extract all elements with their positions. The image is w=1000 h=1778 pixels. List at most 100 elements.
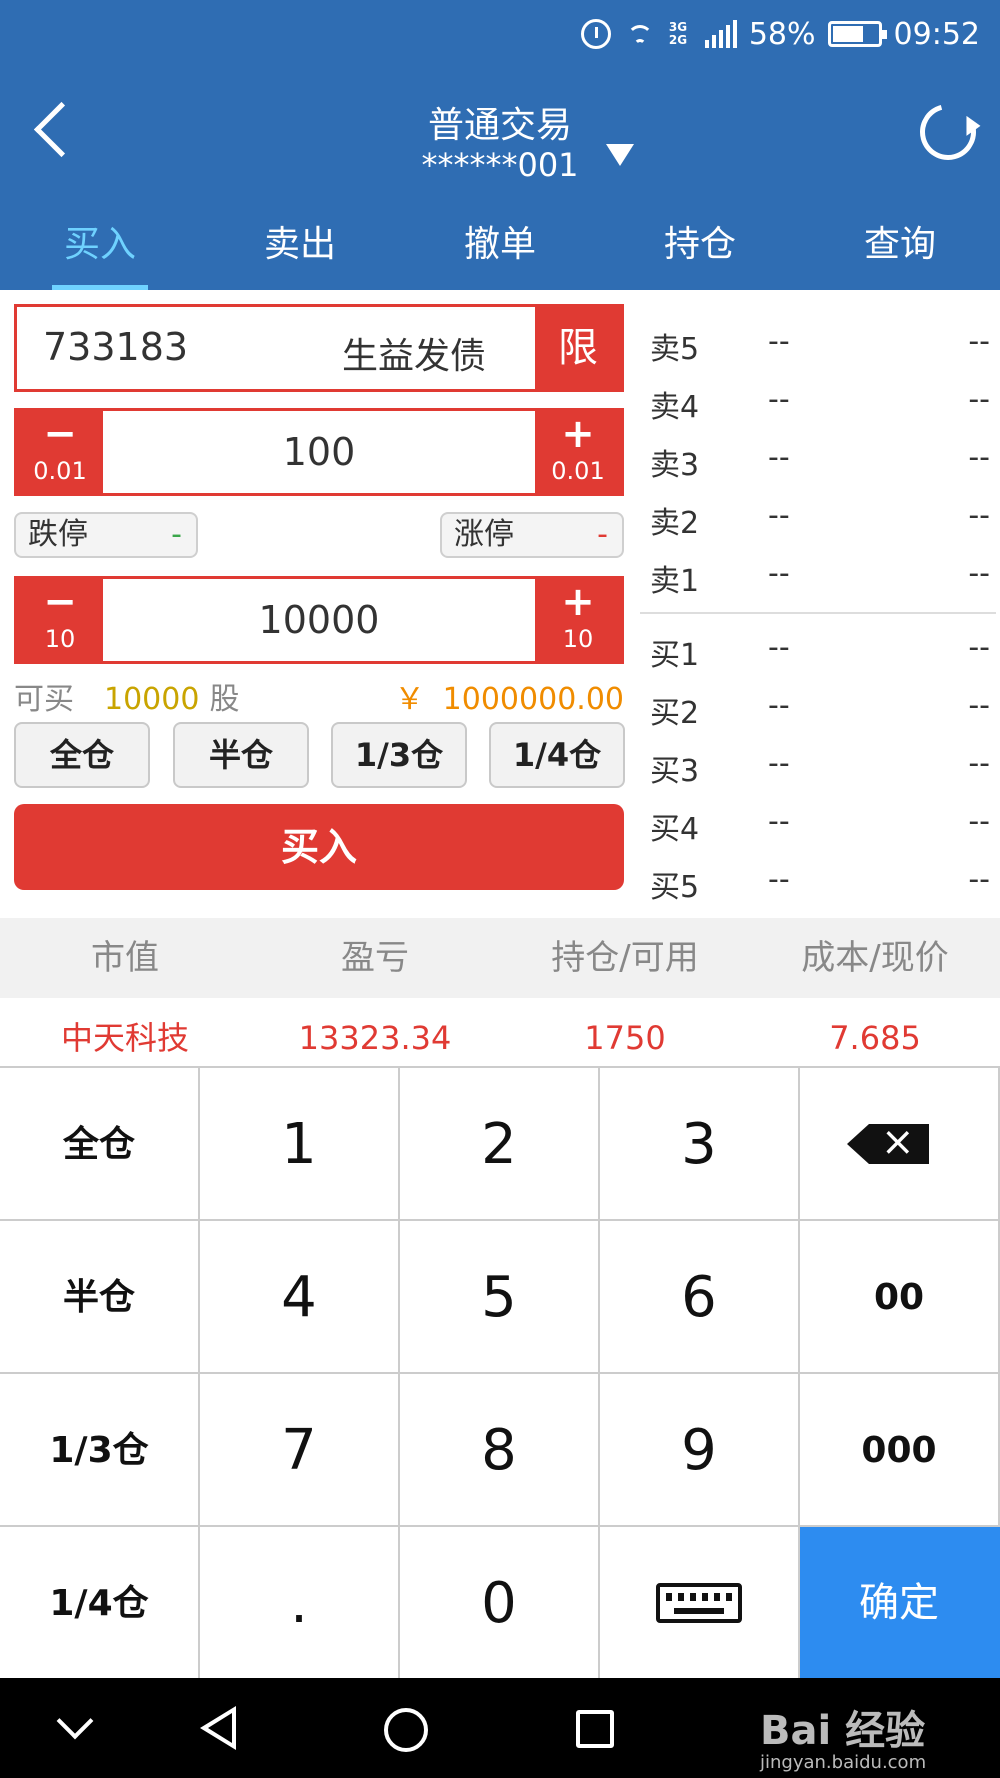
limit-order-button[interactable]: 限 [535,307,621,389]
bid-row[interactable]: 买4 -- -- [640,796,1000,854]
keyboard-icon [656,1583,742,1623]
key-0[interactable]: 0 [400,1527,600,1680]
key-9[interactable]: 9 [600,1374,800,1527]
position-holding: 1750 [584,1019,666,1057]
quarter-position-button[interactable]: 1/4仓 [489,722,625,788]
key-1[interactable]: 1 [200,1068,400,1221]
tab-holdings[interactable]: 持仓 [600,200,800,290]
collapse-icon[interactable] [56,1702,94,1740]
confirm-button[interactable]: 确定 [800,1527,1000,1680]
positions-header: 市值 盈亏 持仓/可用 成本/现价 [0,918,1000,998]
quantity-increase-button[interactable]: + 10 [535,579,621,661]
limit-up-button[interactable]: 涨停 - [440,512,624,558]
key-4[interactable]: 4 [200,1221,400,1374]
key-8[interactable]: 8 [400,1374,600,1527]
ask-row[interactable]: 卖5 -- -- [640,316,1000,374]
ask-label: 卖2 [650,506,700,541]
limit-down-button[interactable]: 跌停 - [14,512,198,558]
key-2[interactable]: 2 [400,1068,600,1221]
ask-row[interactable]: 卖4 -- -- [640,374,1000,432]
price-decrease-step: 0.01 [33,457,87,485]
tab-sell[interactable]: 卖出 [200,200,400,290]
bid-volume: -- [968,630,990,665]
ask-row[interactable]: 卖3 -- -- [640,432,1000,490]
ask-price: -- [768,440,790,475]
price-increase-button[interactable]: + 0.01 [535,411,621,493]
ask-price: -- [768,324,790,359]
ask-price: -- [768,498,790,533]
ask-label: 卖5 [650,332,700,367]
quantity-decrease-step: 10 [44,625,76,653]
key-half-position[interactable]: 半仓 [0,1221,200,1374]
ask-row[interactable]: 卖2 -- -- [640,490,1000,548]
bid-label: 买2 [650,696,700,731]
app-header: 3G 2G 58% 09:52 普通交易 ******001 买入 卖出 撤单 … [0,0,1000,290]
watermark-url: jingyan.baidu.com [760,1752,927,1773]
nav-back-icon[interactable] [200,1706,236,1750]
buy-button[interactable]: 买入 [14,804,624,890]
bid-volume: -- [968,804,990,839]
quantity-decrease-button[interactable]: − 10 [17,579,103,661]
key-7[interactable]: 7 [200,1374,400,1527]
wifi-icon [623,21,657,47]
key-full-position[interactable]: 全仓 [0,1068,200,1221]
bid-label: 买3 [650,754,700,789]
position-row[interactable]: 中天科技 13323.34 1750 7.685 [0,998,1000,1068]
quantity-input[interactable]: 10000 [103,579,535,661]
nav-home-icon[interactable] [384,1708,428,1752]
bid-row[interactable]: 买2 -- -- [640,680,1000,738]
price-decrease-button[interactable]: − 0.01 [17,411,103,493]
position-profit-loss: 13323.34 [298,1019,452,1057]
column-header-market-value: 市值 [91,938,159,978]
ask-volume: -- [968,382,990,417]
key-quarter-position[interactable]: 1/4仓 [0,1527,200,1680]
bid-row[interactable]: 买1 -- -- [640,622,1000,680]
full-position-button[interactable]: 全仓 [14,722,150,788]
key-backspace[interactable] [800,1068,1000,1221]
key-5[interactable]: 5 [400,1221,600,1374]
stock-code-input[interactable]: 733183 生益发债 限 [14,304,624,392]
bid-row[interactable]: 买3 -- -- [640,738,1000,796]
available-quantity: 10000 [104,682,200,717]
currency-symbol: ￥ [394,682,425,717]
ask-row[interactable]: 卖1 -- -- [640,548,1000,606]
key-third-position[interactable]: 1/3仓 [0,1374,200,1527]
key-000[interactable]: 000 [800,1374,1000,1527]
key-00[interactable]: 00 [800,1221,1000,1374]
clock: 09:52 [893,16,980,52]
ask-volume: -- [968,324,990,359]
minus-icon: − [43,411,77,457]
tab-cancel[interactable]: 撤单 [400,200,600,290]
dropdown-arrow-icon[interactable] [606,144,634,166]
backspace-icon [847,1118,929,1166]
bid-volume: -- [968,746,990,781]
nav-recent-apps-icon[interactable] [576,1710,614,1748]
tab-buy[interactable]: 买入 [0,200,200,290]
status-bar: 3G 2G 58% 09:52 [580,12,980,56]
bid-price: -- [768,630,790,665]
key-6[interactable]: 6 [600,1221,800,1374]
limit-down-label: 跌停 [28,517,88,552]
bid-label: 买4 [650,812,700,847]
numeric-keypad: 全仓 1 2 3 半仓 4 5 6 00 1/3仓 7 8 9 000 1/4仓… [0,1066,1000,1680]
column-header-holding-available: 持仓/可用 [551,938,699,978]
key-hide-keyboard[interactable] [600,1527,800,1680]
amount-value: 1000000.00 [442,682,624,717]
column-header-cost-price: 成本/现价 [801,938,949,978]
bid-label: 买1 [650,638,700,673]
plus-icon: + [561,579,595,625]
key-3[interactable]: 3 [600,1068,800,1221]
ask-volume: -- [968,556,990,591]
half-position-button[interactable]: 半仓 [173,722,309,788]
price-input[interactable]: 100 [103,411,535,493]
battery-icon [827,21,887,47]
key-dot[interactable]: . [200,1527,400,1680]
account-selector[interactable]: ******001 [0,146,1000,184]
quantity-increase-step: 10 [562,625,594,653]
tab-query[interactable]: 查询 [800,200,1000,290]
stock-code: 733183 [43,325,189,369]
bid-row[interactable]: 买5 -- -- [640,854,1000,912]
bid-price: -- [768,804,790,839]
minus-icon: − [43,579,77,625]
third-position-button[interactable]: 1/3仓 [331,722,467,788]
